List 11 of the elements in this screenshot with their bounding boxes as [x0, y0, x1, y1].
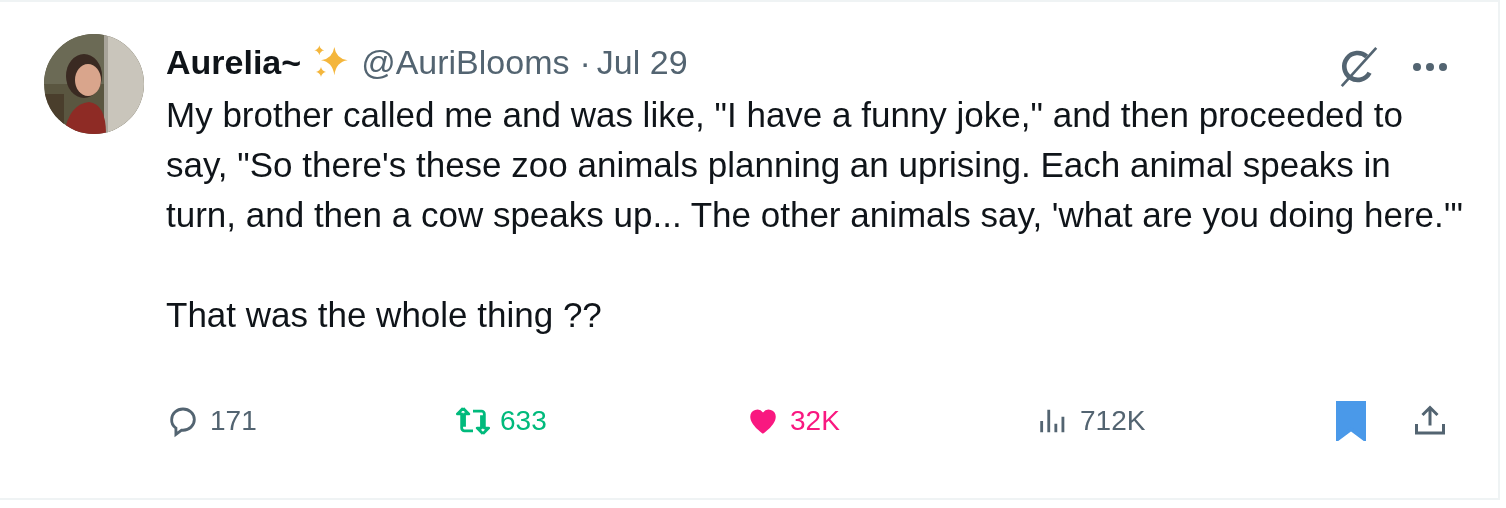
author-name[interactable]: Aurelia~	[166, 42, 302, 82]
reply-button[interactable]: 171	[166, 404, 456, 438]
like-button[interactable]: 32K	[746, 404, 1036, 438]
post-date[interactable]: Jul 29	[596, 42, 688, 82]
post-text: That was the whole thing ??	[166, 294, 603, 336]
more-options-icon[interactable]	[1412, 61, 1448, 73]
bookmark-button[interactable]	[1334, 401, 1368, 441]
post-text: My brother called me and was like, "I have a funny joke," and then proceeded to say, "So there's these zoo animals planning an uprising. Each animal speaks in turn, and then a cow speaks up... The other animals say, 'what are you doing here.'"	[166, 94, 1464, 236]
views-button[interactable]: 712K	[1036, 404, 1326, 438]
author-handle[interactable]: @AuriBlooms	[361, 42, 570, 82]
separator: ·	[579, 42, 591, 82]
